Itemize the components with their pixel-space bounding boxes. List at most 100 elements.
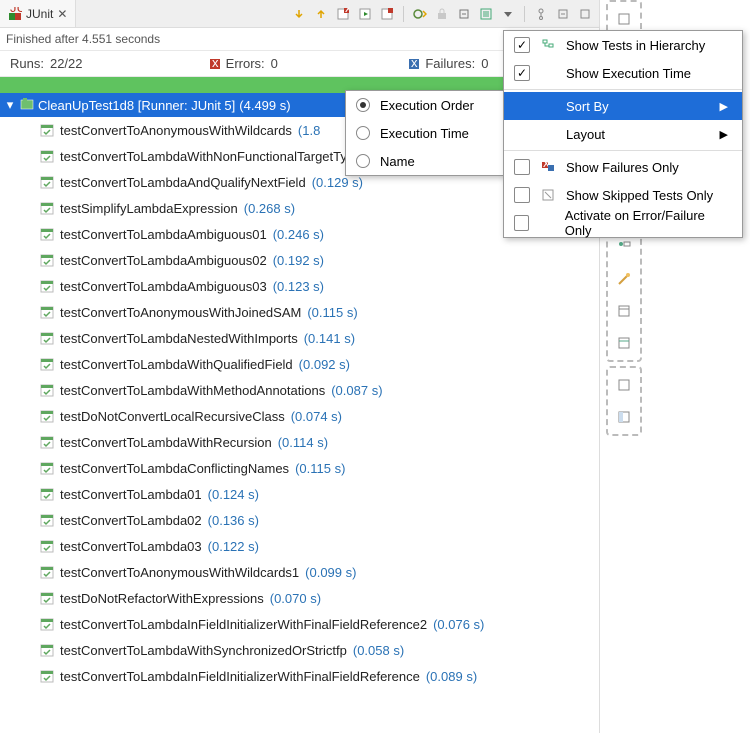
test-pass-icon <box>40 305 54 319</box>
runs-counter: Runs: 22/22 <box>0 56 200 71</box>
test-item[interactable]: testConvertToLambdaConflictingNames (0.1… <box>0 455 599 481</box>
skipped-filter-icon <box>540 189 556 201</box>
sort-execution-time[interactable]: Execution Time <box>346 119 504 147</box>
separator <box>403 6 404 22</box>
menu-label: Activate on Error/Failure Only <box>565 208 728 238</box>
test-pass-icon <box>40 669 54 683</box>
menu-label: Name <box>380 154 415 169</box>
test-pass-icon <box>40 617 54 631</box>
prev-failure-button[interactable] <box>311 4 331 24</box>
test-item[interactable]: testConvertToLambdaAmbiguous03 (0.123 s) <box>0 273 599 299</box>
test-item[interactable]: testDoNotConvertLocalRecursiveClass (0.0… <box>0 403 599 429</box>
rail-restore-icon[interactable] <box>613 8 635 30</box>
test-pass-icon <box>40 461 54 475</box>
test-time: (0.099 s) <box>305 565 356 580</box>
menu-activate-on-error[interactable]: Activate on Error/Failure Only <box>504 209 742 237</box>
test-item[interactable]: testConvertToLambda02 (0.136 s) <box>0 507 599 533</box>
test-pass-icon <box>40 201 54 215</box>
test-item[interactable]: testConvertToLambda01 (0.124 s) <box>0 481 599 507</box>
relaunch-button[interactable] <box>355 4 375 24</box>
menu-show-execution-time[interactable]: ✓ Show Execution Time <box>504 59 742 87</box>
rail-detach-icon[interactable] <box>613 374 635 396</box>
sort-execution-order[interactable]: Execution Order <box>346 91 504 119</box>
test-pass-icon <box>40 539 54 553</box>
pin-button[interactable] <box>531 4 551 24</box>
test-item[interactable]: testConvertToLambdaNestedWithImports (0.… <box>0 325 599 351</box>
test-time: (0.114 s) <box>278 435 328 450</box>
test-pass-icon <box>40 383 54 397</box>
test-item[interactable]: testConvertToLambdaWithRecursion (0.114 … <box>0 429 599 455</box>
hierarchy-icon <box>540 39 556 51</box>
test-time: (0.141 s) <box>304 331 355 346</box>
test-time: (0.268 s) <box>244 201 295 216</box>
menu-label: Layout <box>566 127 605 142</box>
junit-icon: JU <box>8 7 22 21</box>
runs-value: 22/22 <box>50 56 83 71</box>
test-name: testConvertToLambdaAmbiguous03 <box>60 279 267 294</box>
test-item[interactable]: testConvertToLambdaInFieldInitializerWit… <box>0 611 599 637</box>
menu-sort-by[interactable]: Sort By ▶ <box>504 92 742 120</box>
collapse-icon[interactable]: ▾ <box>4 97 16 113</box>
tab-bar: JU JUnit ✕ x <box>0 0 599 28</box>
test-time: (0.115 s) <box>295 461 345 476</box>
errors-value: 0 <box>271 56 278 71</box>
test-pass-icon <box>40 357 54 371</box>
test-time: (1.8 <box>298 123 320 138</box>
test-name: testSimplifyLambdaExpression <box>60 201 238 216</box>
junit-tab[interactable]: JU JUnit ✕ <box>0 0 76 27</box>
scroll-lock-button[interactable] <box>476 4 496 24</box>
test-pass-icon <box>40 487 54 501</box>
collapse-all-button[interactable] <box>454 4 474 24</box>
view-menu-dropdown[interactable] <box>498 4 518 24</box>
test-name: testDoNotRefactorWithExpressions <box>60 591 264 606</box>
sort-name[interactable]: Name <box>346 147 504 175</box>
test-time: (0.123 s) <box>273 279 324 294</box>
test-time: (0.136 s) <box>208 513 259 528</box>
test-name: testConvertToLambdaInFieldInitializerWit… <box>60 669 420 684</box>
test-item[interactable]: testConvertToLambdaAmbiguous02 (0.192 s) <box>0 247 599 273</box>
test-pass-icon <box>40 279 54 293</box>
close-icon[interactable]: ✕ <box>57 7 67 21</box>
menu-layout[interactable]: Layout ▶ <box>504 120 742 148</box>
view-menu: ✓ Show Tests in Hierarchy ✓ Show Executi… <box>503 30 743 238</box>
test-time: (0.115 s) <box>307 305 357 320</box>
rail-panel-icon[interactable] <box>613 406 635 428</box>
menu-skipped-only[interactable]: Show Skipped Tests Only <box>504 181 742 209</box>
menu-label: Show Execution Time <box>566 66 691 81</box>
test-time: (0.070 s) <box>270 591 321 606</box>
suite-label: CleanUpTest1d8 [Runner: JUnit 5] <box>38 98 235 113</box>
next-failure-button[interactable] <box>289 4 309 24</box>
test-time: (0.058 s) <box>353 643 404 658</box>
history-button[interactable] <box>410 4 430 24</box>
test-item[interactable]: testConvertToAnonymousWithWildcards1 (0.… <box>0 559 599 585</box>
separator <box>524 6 525 22</box>
test-time: (0.087 s) <box>331 383 382 398</box>
suite-icon <box>20 97 34 114</box>
test-item[interactable]: testConvertToLambda03 (0.122 s) <box>0 533 599 559</box>
minimize-button[interactable] <box>553 4 573 24</box>
rail-window-icon[interactable] <box>613 300 635 322</box>
test-item[interactable]: testConvertToAnonymousWithJoinedSAM (0.1… <box>0 299 599 325</box>
test-item[interactable]: testConvertToLambdaWithQualifiedField (0… <box>0 351 599 377</box>
test-pass-icon <box>40 409 54 423</box>
svg-text:JU: JU <box>10 7 22 15</box>
test-pass-icon <box>40 643 54 657</box>
rail-wand-icon[interactable] <box>613 268 635 290</box>
menu-failures-only[interactable]: x Show Failures Only <box>504 153 742 181</box>
menu-show-hierarchy[interactable]: ✓ Show Tests in Hierarchy <box>504 31 742 59</box>
runs-label: Runs: <box>10 56 44 71</box>
lock-button[interactable] <box>432 4 452 24</box>
rail-outline-icon[interactable] <box>613 236 635 258</box>
rail-group-3 <box>606 366 642 436</box>
maximize-button[interactable] <box>575 4 595 24</box>
svg-text:x: x <box>411 59 418 69</box>
test-pass-icon <box>40 149 54 163</box>
rerun-failed-button[interactable] <box>377 4 397 24</box>
test-item[interactable]: testConvertToLambdaWithSynchronizedOrStr… <box>0 637 599 663</box>
test-item[interactable]: testConvertToLambdaInFieldInitializerWit… <box>0 663 599 689</box>
rail-window2-icon[interactable] <box>613 332 635 354</box>
test-item[interactable]: testDoNotRefactorWithExpressions (0.070 … <box>0 585 599 611</box>
test-item[interactable]: testConvertToLambdaWithMethodAnnotations… <box>0 377 599 403</box>
stop-junit-button[interactable]: x <box>333 4 353 24</box>
test-name: testConvertToLambdaNestedWithImports <box>60 331 298 346</box>
